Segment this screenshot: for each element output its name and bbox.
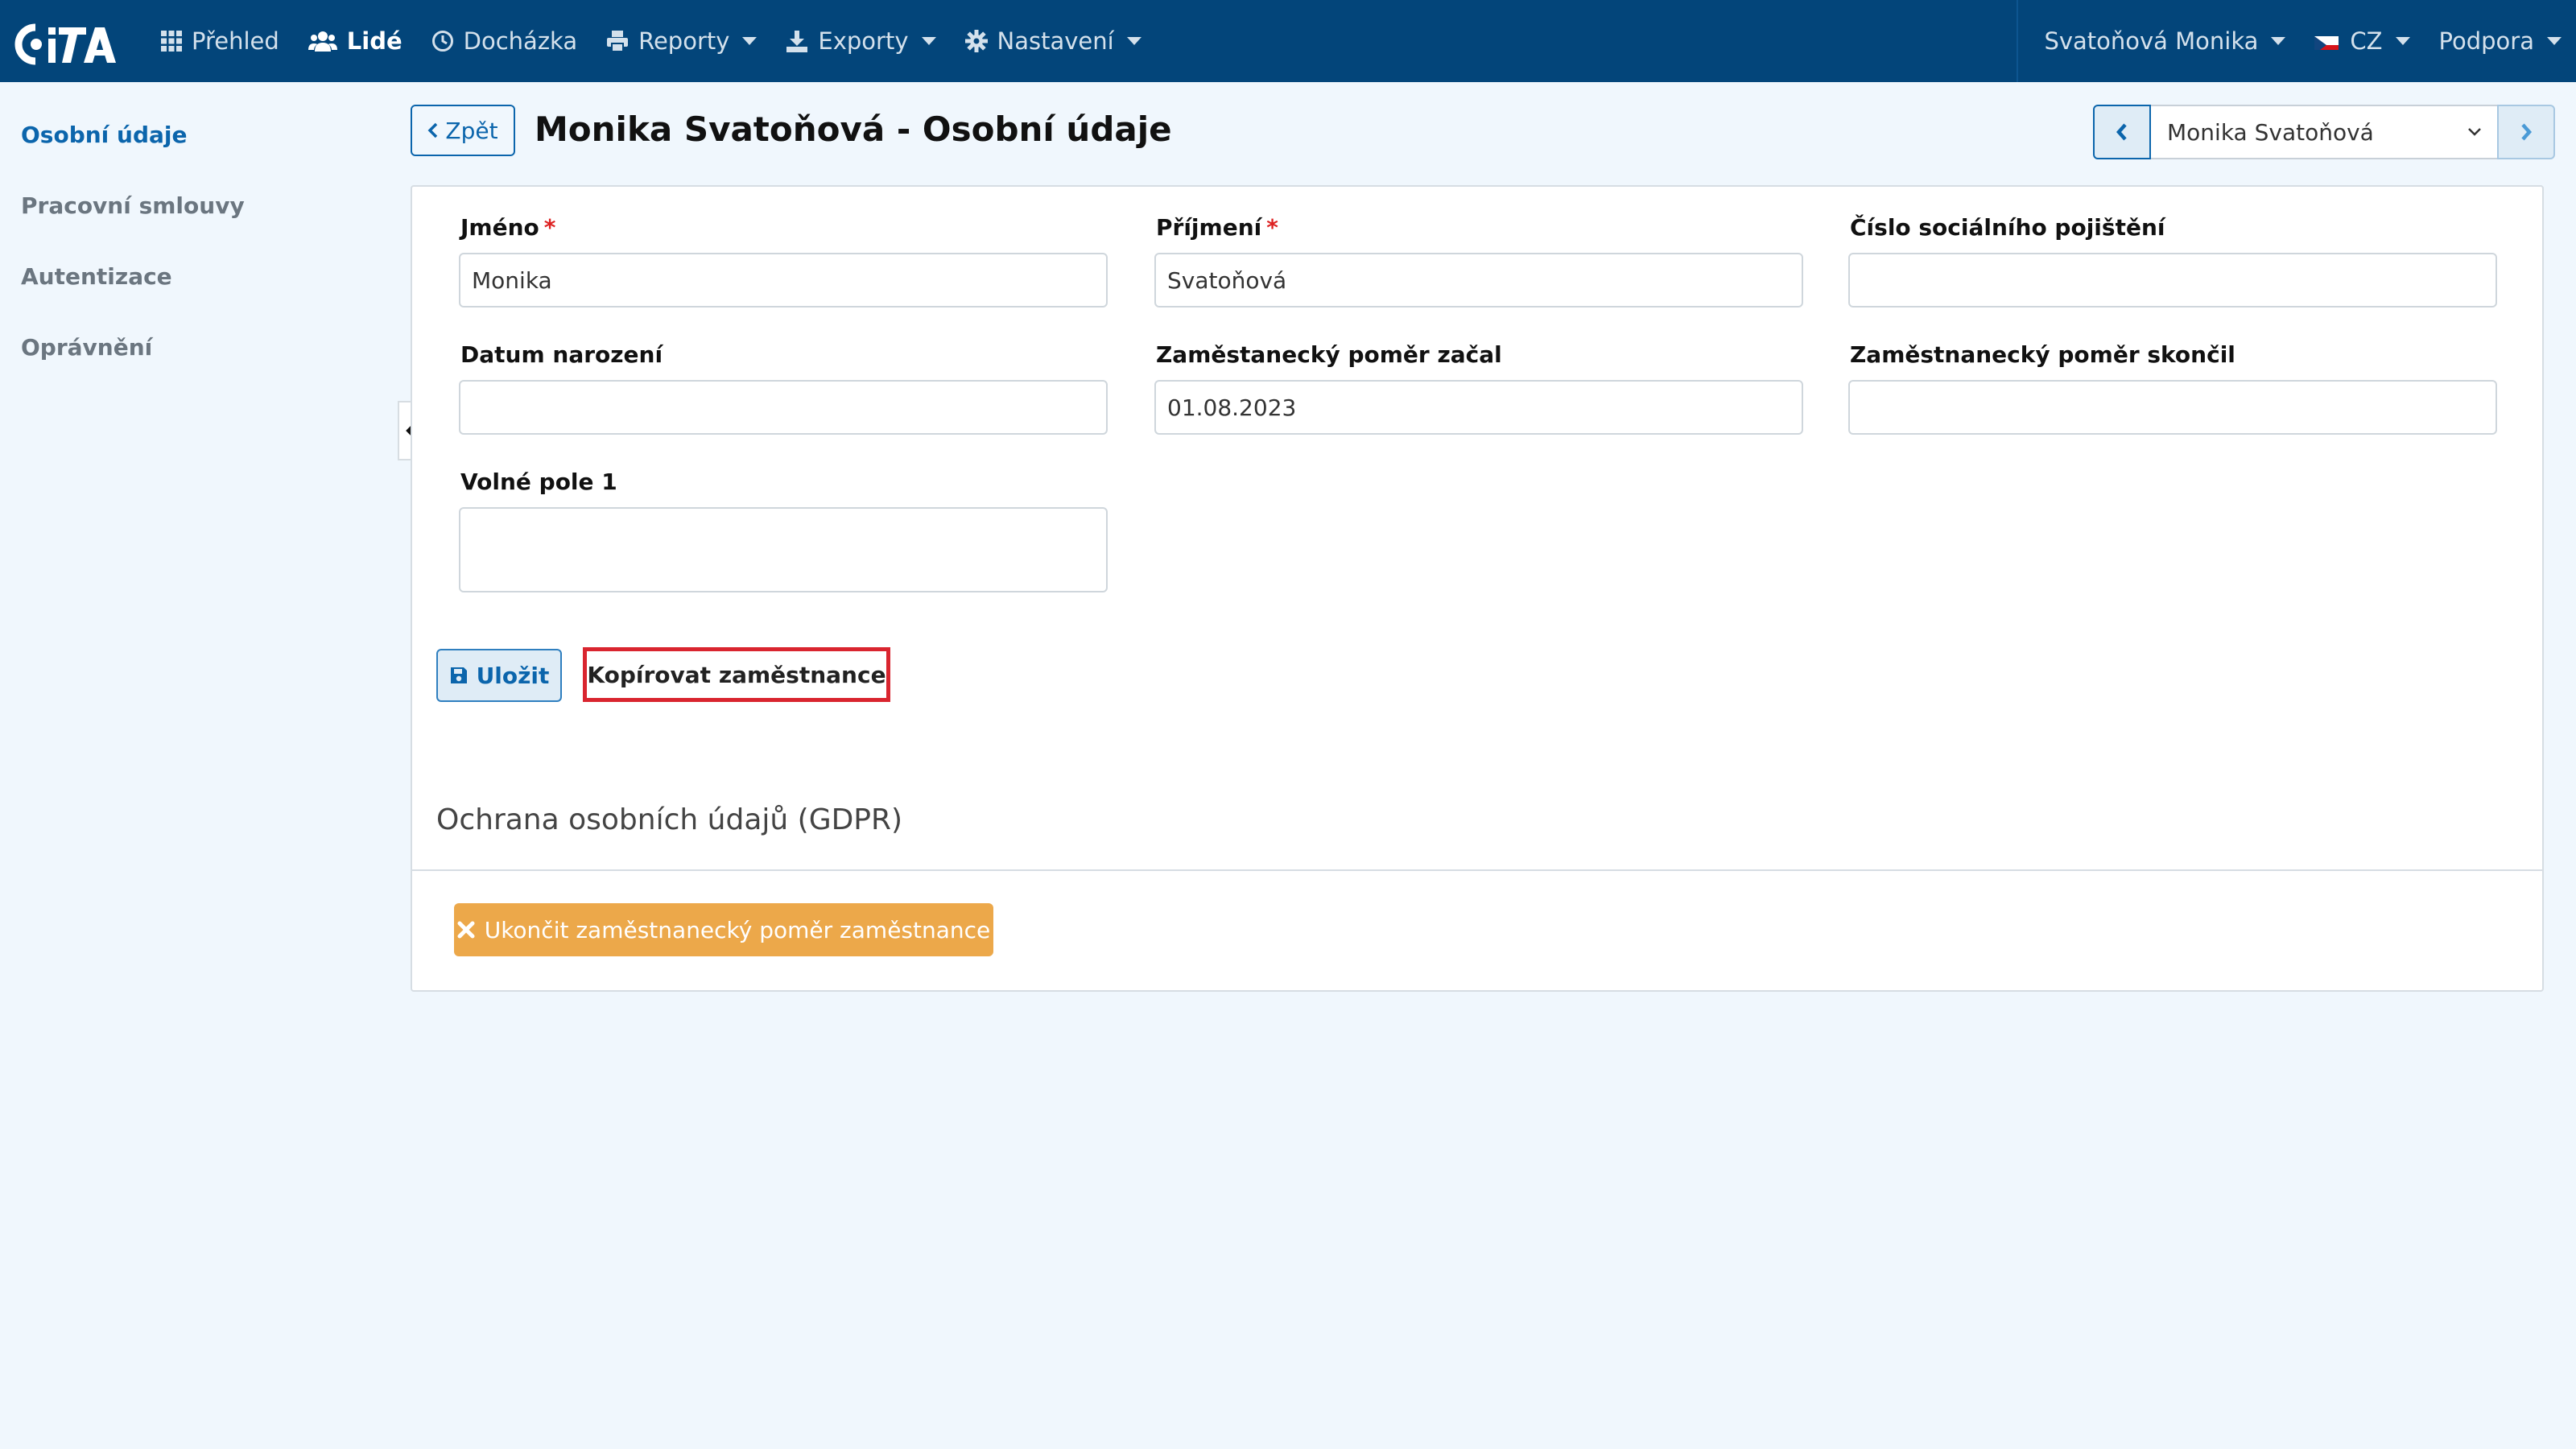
employment-end-input[interactable] (1848, 380, 2497, 435)
nav-item-label: Lidé (346, 27, 402, 55)
birth-date-label: Datum narození (460, 341, 663, 368)
nav-item-label: Docházka (463, 27, 578, 55)
nav-item-label: Exporty (818, 27, 909, 55)
employment-end-label: Zaměstnanecký poměr skončil (1850, 341, 2235, 368)
chevron-down-icon (2395, 37, 2410, 45)
first-name-label-text: Jméno (460, 214, 539, 241)
first-name-label: Jméno * (460, 214, 555, 241)
chevron-down-icon (1126, 37, 1141, 45)
chevron-down-icon (2547, 37, 2562, 45)
print-icon (606, 30, 629, 52)
personal-data-card: Jméno * Monika Příjmení * Svatoňová Číslo … (411, 185, 2544, 992)
nav-item-label: Reporty (638, 27, 730, 55)
copy-employee-button-label: Kopírovat zaměstnance (587, 661, 886, 688)
end-employment-button-label: Ukončit zaměstnanecký poměr zaměstnance (484, 916, 991, 943)
gdpr-section-title: Ochrana osobních údajů (GDPR) (436, 803, 903, 836)
copy-employee-button[interactable]: Kopírovat zaměstnance (583, 647, 890, 702)
gear-icon (964, 30, 988, 52)
section-divider (412, 869, 2542, 871)
czech-flag-icon (2314, 32, 2339, 50)
cita-logo-icon (14, 23, 116, 65)
grid-icon (161, 31, 182, 52)
sidebar-item-pracovni-smlouvy[interactable]: Pracovní smlouvy (0, 184, 386, 254)
language-menu[interactable]: CZ (2300, 0, 2424, 82)
nav-item-label: Přehled (192, 27, 279, 55)
user-name: Svatoňová Monika (2044, 27, 2259, 55)
clock-icon (431, 30, 454, 52)
birth-date-input[interactable] (459, 380, 1108, 435)
sidebar-item-autentizace[interactable]: Autentizace (0, 254, 386, 325)
language-label: CZ (2350, 27, 2383, 55)
chevron-right-icon (2521, 123, 2533, 141)
export-icon (786, 29, 808, 53)
nav-item-prehled[interactable]: Přehled (147, 0, 294, 82)
employee-select-value: Monika Svatoňová (2167, 118, 2374, 146)
chevron-down-icon (2468, 128, 2481, 136)
first-name-input[interactable]: Monika (459, 253, 1108, 308)
top-navbar: Přehled Lidé Docházka Reporty Exporty Na… (0, 0, 2576, 82)
last-name-label: Příjmení * (1156, 214, 1278, 241)
chevron-left-icon (427, 122, 438, 138)
employment-start-label: Zaměstanecký poměr začal (1156, 341, 1502, 368)
sidebar: Osobní údaje Pracovní smlouvy Autentizac… (0, 113, 386, 396)
chevron-down-icon (2271, 37, 2286, 45)
save-button[interactable]: Uložit (436, 649, 562, 702)
user-menu[interactable]: Svatoňová Monika (2029, 0, 2300, 82)
end-employment-button[interactable]: Ukončit zaměstnanecký poměr zaměstnance (454, 903, 993, 956)
page-title: Monika Svatoňová - Osobní údaje (535, 109, 1172, 149)
next-employee-button[interactable] (2497, 105, 2555, 159)
chevron-down-icon (921, 37, 936, 45)
required-marker: * (1266, 214, 1278, 241)
previous-employee-button[interactable] (2093, 105, 2151, 159)
users-icon (308, 31, 337, 52)
nav-item-reporty[interactable]: Reporty (592, 0, 771, 82)
employee-navigator: Monika Svatoňová (2093, 105, 2555, 159)
nav-item-lide[interactable]: Lidé (294, 0, 417, 82)
sidebar-item-opravneni[interactable]: Oprávnění (0, 325, 386, 396)
nav-item-label: Nastavení (997, 27, 1114, 55)
required-marker: * (543, 214, 556, 241)
nav-item-nastaveni[interactable]: Nastavení (951, 0, 1156, 82)
back-button-label: Zpět (445, 117, 498, 144)
support-menu[interactable]: Podpora (2425, 0, 2576, 82)
sidebar-item-osobni-udaje[interactable]: Osobní údaje (0, 113, 386, 184)
floppy-disk-icon (449, 666, 469, 685)
last-name-label-text: Příjmení (1156, 214, 1262, 241)
social-insurance-label: Číslo sociálního pojištění (1850, 214, 2165, 241)
close-icon (457, 921, 475, 939)
chevron-down-icon (742, 37, 758, 45)
free-field-1-label: Volné pole 1 (460, 469, 617, 495)
navbar-right: Svatoňová Monika CZ Podpora (2017, 0, 2576, 82)
employee-select[interactable]: Monika Svatoňová (2151, 105, 2497, 159)
nav-item-exporty[interactable]: Exporty (771, 0, 950, 82)
nav-item-dochazka[interactable]: Docházka (417, 0, 592, 82)
employment-start-input[interactable]: 01.08.2023 (1154, 380, 1803, 435)
social-insurance-input[interactable] (1848, 253, 2497, 308)
cita-logo[interactable] (14, 23, 124, 66)
last-name-input[interactable]: Svatoňová (1154, 253, 1803, 308)
chevron-left-icon (2116, 123, 2127, 141)
support-label: Podpora (2438, 27, 2534, 55)
save-button-label: Uložit (476, 662, 550, 689)
back-button[interactable]: Zpět (411, 105, 515, 156)
free-field-1-textarea[interactable] (459, 507, 1108, 592)
